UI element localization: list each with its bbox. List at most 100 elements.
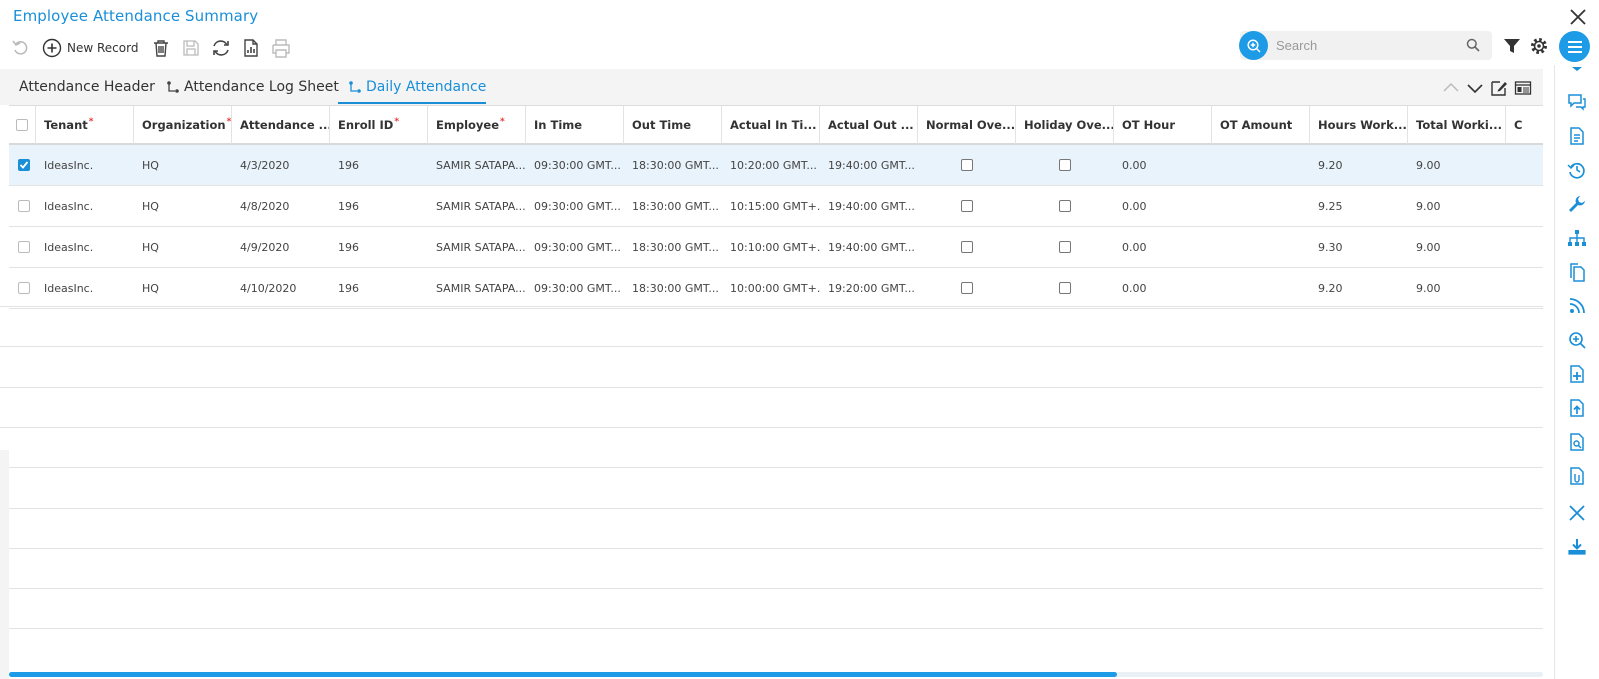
edit-icon[interactable] [1490, 80, 1508, 96]
table-row[interactable]: IdeasInc. HQ 4/10/2020 196 SAMIR SATAPA... 09… [9, 268, 1543, 309]
cell-ot-hour[interactable]: 0.00 [1114, 186, 1212, 226]
row-select-checkbox[interactable] [18, 200, 30, 212]
print-button[interactable] [268, 35, 294, 61]
table-row[interactable]: IdeasInc. HQ 4/3/2020 196 SAMIR SATAPA... 09:… [9, 145, 1543, 186]
table-row[interactable]: IdeasInc. HQ 4/8/2020 196 SAMIR SATAPA... 09:… [9, 186, 1543, 227]
copy-icon[interactable] [1566, 261, 1588, 283]
chevron-down-icon[interactable] [1466, 80, 1484, 96]
table-row[interactable]: IdeasInc. HQ 4/9/2020 196 SAMIR SATAPA... 09:… [9, 227, 1543, 268]
cell-ot-amount[interactable] [1212, 186, 1310, 226]
overtime-checkbox[interactable] [1059, 200, 1071, 212]
row-select-checkbox[interactable] [18, 241, 30, 253]
column-header[interactable]: Organization * [134, 106, 232, 144]
cell-attendance-date[interactable]: 4/8/2020 [232, 186, 330, 226]
column-header[interactable]: Total Worki... [1408, 106, 1506, 144]
cell-in-time[interactable]: 09:30:00 GMT... [526, 268, 624, 308]
row-select-checkbox[interactable] [18, 282, 30, 294]
close-window-icon[interactable] [1567, 6, 1589, 28]
download-icon[interactable] [1566, 536, 1588, 558]
cell-enroll-id[interactable]: 196 [330, 186, 428, 226]
delete-button[interactable] [148, 35, 174, 61]
cell-out-time[interactable]: 18:30:00 GMT... [624, 268, 722, 308]
cell-organization[interactable]: HQ [134, 227, 232, 267]
cell-ot-hour[interactable]: 0.00 [1114, 227, 1212, 267]
tab-daily-attendance[interactable]: Daily Attendance [348, 79, 486, 95]
search-icon[interactable] [1466, 38, 1480, 52]
cell-ot-amount[interactable] [1212, 268, 1310, 308]
cell-actual-in[interactable]: 10:00:00 GMT+... [722, 268, 820, 308]
wrench-icon[interactable] [1566, 193, 1588, 215]
document-icon[interactable] [1566, 125, 1588, 147]
cell-in-time[interactable]: 09:30:00 GMT... [526, 145, 624, 185]
cell-actual-in[interactable]: 10:10:00 GMT+... [722, 227, 820, 267]
column-header[interactable]: OT Amount [1212, 106, 1310, 144]
cell-tenant[interactable]: IdeasInc. [36, 227, 134, 267]
file-attachment-icon[interactable] [1566, 465, 1588, 487]
zoom-in-icon[interactable] [1566, 329, 1588, 351]
column-header[interactable]: Hours Work... [1310, 106, 1408, 144]
cell-hours-worked[interactable]: 9.20 [1310, 268, 1408, 308]
cell-out-time[interactable]: 18:30:00 GMT... [624, 227, 722, 267]
refresh-button[interactable] [208, 35, 234, 61]
hierarchy-icon[interactable] [1566, 227, 1588, 249]
overtime-checkbox[interactable] [961, 200, 973, 212]
cell-actual-in[interactable]: 10:20:00 GMT... [722, 145, 820, 185]
file-search-icon[interactable] [1566, 431, 1588, 453]
chevron-down-icon[interactable] [1566, 61, 1588, 83]
cell-ot-hour[interactable]: 0.00 [1114, 268, 1212, 308]
cell-enroll-id[interactable]: 196 [330, 227, 428, 267]
column-header[interactable]: Enroll ID * [330, 106, 428, 144]
cell-hours-worked[interactable]: 9.30 [1310, 227, 1408, 267]
cell-tenant[interactable]: IdeasInc. [36, 145, 134, 185]
main-menu-button[interactable] [1559, 31, 1590, 62]
cell-enroll-id[interactable]: 196 [330, 145, 428, 185]
row-select-checkbox[interactable] [18, 159, 30, 171]
cell-total-working[interactable]: 9.00 [1408, 268, 1506, 308]
column-header[interactable]: C [1506, 106, 1536, 144]
cell-employee[interactable]: SAMIR SATAPA... [428, 268, 526, 308]
overtime-checkbox[interactable] [961, 159, 973, 171]
cell-total-working[interactable]: 9.00 [1408, 227, 1506, 267]
overtime-checkbox[interactable] [961, 241, 973, 253]
search-options-button[interactable] [1239, 31, 1268, 60]
overtime-checkbox[interactable] [1059, 282, 1071, 294]
cell-actual-out[interactable]: 19:40:00 GMT... [820, 186, 918, 226]
overtime-checkbox[interactable] [1059, 241, 1071, 253]
gear-icon[interactable] [1528, 35, 1550, 57]
save-button[interactable] [178, 35, 204, 61]
cell-organization[interactable]: HQ [134, 186, 232, 226]
column-header[interactable]: Employee * [428, 106, 526, 144]
cell-ot-amount[interactable] [1212, 227, 1310, 267]
cell-tenant[interactable]: IdeasInc. [36, 186, 134, 226]
cell-employee[interactable]: SAMIR SATAPA... [428, 186, 526, 226]
cell-organization[interactable]: HQ [134, 268, 232, 308]
cell-enroll-id[interactable]: 196 [330, 268, 428, 308]
cell-employee[interactable]: SAMIR SATAPA... [428, 145, 526, 185]
history-icon[interactable] [1566, 159, 1588, 181]
cell-actual-in[interactable]: 10:15:00 GMT+... [722, 186, 820, 226]
select-all-checkbox[interactable] [16, 119, 28, 131]
cell-total-working[interactable]: 9.00 [1408, 145, 1506, 185]
overtime-checkbox[interactable] [961, 282, 973, 294]
cell-organization[interactable]: HQ [134, 145, 232, 185]
column-header[interactable]: Actual Out ... [820, 106, 918, 144]
undo-button[interactable] [8, 35, 34, 61]
tab-attendance-log-sheet[interactable]: Attendance Log Sheet [166, 79, 339, 95]
add-file-icon[interactable] [1566, 363, 1588, 385]
overtime-checkbox[interactable] [1059, 159, 1071, 171]
cell-total-working[interactable]: 9.00 [1408, 186, 1506, 226]
search-input[interactable] [1276, 35, 1456, 56]
cell-tenant[interactable]: IdeasInc. [36, 268, 134, 308]
cell-in-time[interactable]: 09:30:00 GMT... [526, 227, 624, 267]
cell-hours-worked[interactable]: 9.20 [1310, 145, 1408, 185]
horizontal-scrollbar-thumb[interactable] [9, 672, 1117, 677]
chevron-up-icon[interactable] [1442, 80, 1460, 96]
cell-actual-out[interactable]: 19:40:00 GMT... [820, 227, 918, 267]
column-header[interactable]: Actual In Ti... [722, 106, 820, 144]
cell-out-time[interactable]: 18:30:00 GMT... [624, 145, 722, 185]
cell-actual-out[interactable]: 19:40:00 GMT... [820, 145, 918, 185]
cell-attendance-date[interactable]: 4/9/2020 [232, 227, 330, 267]
upload-file-icon[interactable] [1566, 397, 1588, 419]
column-header[interactable]: Out Time [624, 106, 722, 144]
filter-icon[interactable] [1503, 37, 1521, 55]
